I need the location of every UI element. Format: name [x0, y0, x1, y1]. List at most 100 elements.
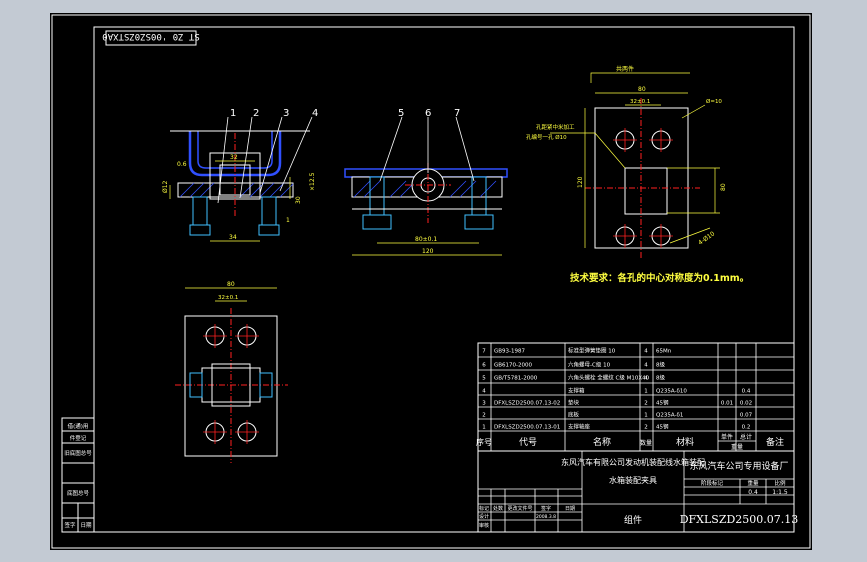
- bom-cell-name: 支撑箱: [568, 387, 585, 395]
- code-box-text: ST Z0 '00SZ0ZSTXA0: [102, 31, 200, 41]
- bom-cell-name: 支撑轴座: [568, 423, 591, 431]
- bom-cell-material: 65Mn: [656, 349, 672, 355]
- bom-header-code: 代号: [519, 437, 537, 448]
- bom-cell-no: 4: [482, 389, 486, 395]
- front-dim-32: 32: [230, 154, 238, 161]
- bottom-dim-80: 80: [227, 281, 235, 288]
- side-view: 5 6 7 80±0.1 120: [344, 108, 508, 256]
- front-label-2: 2: [253, 108, 259, 119]
- bom-cell-code: GB93-1987: [494, 349, 526, 355]
- bom-cell-qty: 2: [644, 425, 648, 431]
- bottom-plan-view: 80 32±0.1: [175, 281, 288, 463]
- bom-header-qty: 数量: [640, 439, 652, 447]
- bom-cell-no: 1: [482, 425, 486, 431]
- front-dim-06: 0.6: [177, 161, 187, 168]
- bottom-dim-32: 32±0.1: [218, 295, 238, 301]
- front-dim-30: 30: [295, 196, 302, 204]
- margin-label-2: 旧底图总号: [64, 449, 92, 457]
- bom-cell-material: 8级: [656, 374, 665, 382]
- bom-cell-qty: 1: [644, 413, 648, 419]
- bom-cell-total: 0.4: [742, 389, 751, 395]
- bom-cell-qty: 4: [644, 376, 648, 382]
- stage-label: 阶段标记: [701, 479, 724, 487]
- bom-cell-code: DFXLSZD2500.07.13-02: [494, 401, 560, 407]
- bom-cell-qty: 1: [644, 389, 648, 395]
- margin-label-4: 签字: [64, 521, 76, 529]
- drawing-number: DFXLSZD2500.07.13: [680, 513, 799, 526]
- bom-cell-no: 3: [482, 401, 486, 407]
- rev-header-date: 日期: [565, 506, 575, 512]
- drawing-sheet: ST Z0 '00SZ0ZSTXA0 借(通)用 件登记 旧底图总号 底图总号 …: [50, 13, 812, 550]
- side-label-7: 7: [454, 108, 460, 119]
- bom-cell-no: 2: [482, 413, 486, 419]
- right-dim-80v: 80: [720, 183, 727, 191]
- bom-header-weight: 重量: [731, 443, 743, 451]
- right-dim-80: 80: [638, 86, 646, 93]
- margin-label-3: 底图总号: [67, 489, 90, 497]
- bom-header-remark: 备注: [766, 436, 784, 448]
- side-label-5: 5: [398, 108, 404, 119]
- weight-label: 重量: [747, 479, 759, 487]
- company-name: 东风汽车公司专用设备厂: [689, 460, 788, 472]
- check-label: 审核: [479, 522, 489, 529]
- design-label: 设计: [479, 513, 489, 520]
- bom-cell-material: 45钢: [656, 399, 669, 407]
- bom-cell-total: 0.02: [740, 401, 752, 407]
- bom-header-total: 总计: [740, 433, 752, 441]
- right-dim-120: 120: [577, 176, 584, 188]
- scale-label: 比例: [774, 479, 786, 487]
- bom-cell-qty: 4: [644, 363, 648, 369]
- margin-label-5: 日期: [80, 522, 92, 529]
- project-title: 东风汽车有限公司发动机装配线水箱装配: [561, 457, 705, 467]
- bom-table: 7 GB93-1987 标准型弹簧垫圈 10 4 65Mn 6 GB6170-2000 六角螺…: [476, 342, 795, 452]
- bom-cell-no: 7: [482, 349, 486, 355]
- right-dim-4phi10: 4-Ø10: [697, 230, 716, 246]
- right-dim-phi10: Ø=10: [706, 98, 722, 105]
- side-dim-120: 120: [422, 248, 434, 255]
- right-dim-32: 32±0.1: [630, 99, 650, 105]
- technical-requirement: 技术要求：各孔的中心对称度为0.1mm。: [570, 272, 749, 284]
- right-plan-view: 共两件 80 32±0.1 Ø=10 孔距紧中米加工 孔编号一孔 Ø10 120…: [526, 65, 749, 284]
- scale-value: 1:1.5: [772, 489, 788, 496]
- bom-cell-code: GB6170-2000: [494, 363, 533, 369]
- rev-header-sign: 签字: [541, 505, 551, 512]
- right-dim-process: 孔距紧中米加工: [536, 123, 575, 131]
- bom-cell-qty: 4: [644, 349, 648, 355]
- side-label-6: 6: [425, 108, 431, 119]
- bom-cell-no: 5: [482, 376, 486, 382]
- bom-cell-material: 45钢: [656, 423, 669, 431]
- rev-header-count: 处数: [493, 505, 503, 512]
- bom-header-name: 名称: [593, 436, 611, 448]
- bom-cell-name: 六角头螺栓 全螺纹 C级 M10X40: [568, 374, 650, 382]
- bom-cell-total: 0.2: [742, 425, 751, 431]
- front-label-3: 3: [283, 108, 289, 119]
- bom-cell-unit: 0.01: [721, 401, 733, 407]
- margin-label-1: 件登记: [70, 434, 87, 442]
- side-dim-80: 80±0.1: [415, 236, 437, 243]
- front-dim-1: 1: [286, 217, 290, 224]
- bom-cell-no: 6: [482, 363, 486, 369]
- cad-viewport: ST Z0 '00SZ0ZSTXA0 借(通)用 件登记 旧底图总号 底图总号 …: [0, 0, 867, 562]
- front-dim-125: ×12.5: [309, 172, 316, 191]
- drawing-canvas: ST Z0 '00SZ0ZSTXA0 借(通)用 件登记 旧底图总号 底图总号 …: [51, 14, 811, 549]
- part-name: 组件: [624, 514, 642, 526]
- rev-header-mark: 标记: [479, 505, 489, 512]
- bom-cell-material: Q235A-δ10: [656, 389, 687, 395]
- left-margin-table: 借(通)用 件登记 旧底图总号 底图总号 签字 日期: [61, 417, 95, 533]
- front-label-4: 4: [312, 108, 318, 119]
- right-dim-note: 共两件: [616, 65, 634, 73]
- bom-cell-name: 六角螺母-C级 10: [568, 361, 611, 369]
- project-subtitle: 水箱装配夹具: [609, 475, 657, 485]
- bom-header-no: 序号: [476, 437, 492, 447]
- bom-rows: 7 GB93-1987 标准型弹簧垫圈 10 4 65Mn 6 GB6170-2000 六角螺…: [482, 347, 752, 431]
- front-label-1: 1: [230, 108, 236, 119]
- front-dim-phi12: Ø12: [162, 180, 169, 193]
- bom-cell-name: 标准型弹簧垫圈 10: [568, 347, 616, 355]
- bom-cell-material: Q235A-δ1: [656, 413, 683, 419]
- front-dim-34: 34: [229, 234, 237, 241]
- bom-cell-name: 垫块: [568, 399, 580, 407]
- bom-header-unit: 单件: [721, 433, 733, 441]
- bom-header-material: 材料: [676, 436, 694, 448]
- bom-cell-qty: 2: [644, 401, 648, 407]
- rev-header-doc: 更改文件号: [507, 505, 532, 512]
